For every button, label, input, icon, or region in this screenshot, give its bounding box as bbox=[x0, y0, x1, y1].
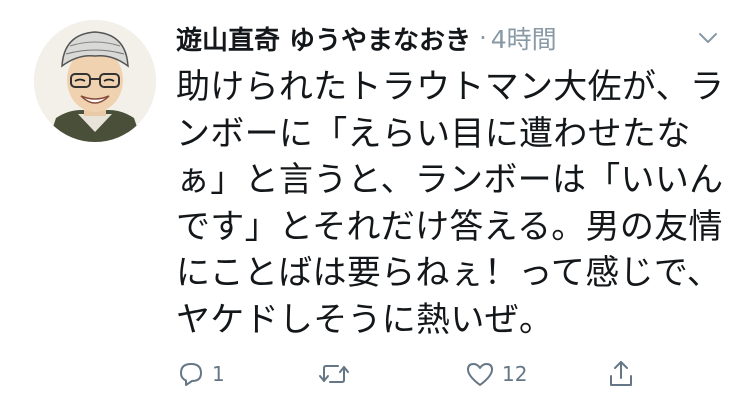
tweet-text-line: ヤケドしそうに熱いぜ。 bbox=[176, 299, 554, 340]
timestamp[interactable]: 4時間 bbox=[491, 20, 557, 56]
tweet-header: 遊山直奇 ゆうやまなおき · 4時間 bbox=[176, 16, 720, 60]
retweet-button[interactable] bbox=[316, 352, 358, 396]
tweet-text-line: ンボーに「えらい目に遭わせたな bbox=[176, 113, 691, 154]
like-button[interactable]: 12 bbox=[464, 352, 527, 396]
tweet-text: 助けられたトラウトマン大佐が、ラ ンボーに「えらい目に遭わせたな ぁ」と言うと、… bbox=[176, 64, 725, 343]
share-button[interactable] bbox=[606, 352, 636, 396]
header-separator: · bbox=[479, 24, 487, 52]
reply-icon bbox=[176, 359, 206, 389]
chevron-down-icon[interactable] bbox=[696, 26, 720, 50]
share-icon bbox=[606, 358, 636, 390]
reply-button[interactable]: 1 bbox=[176, 352, 225, 396]
tweet-actions: 1 12 bbox=[176, 352, 646, 396]
avatar[interactable] bbox=[34, 20, 156, 142]
tweet-text-line: ぁ」と言うと、ランボーは「いいん bbox=[176, 160, 724, 200]
reply-count: 1 bbox=[212, 362, 225, 386]
like-count: 12 bbox=[502, 362, 528, 386]
heart-icon bbox=[464, 359, 496, 389]
display-name[interactable]: 遊山直奇 ゆうやまなおき bbox=[176, 20, 471, 57]
tweet-text-line: にことばは要らねぇ！って感じで、 bbox=[176, 253, 722, 293]
tweet-text-line: 助けられたトラウトマン大佐が、ラ bbox=[176, 67, 725, 107]
retweet-icon bbox=[316, 359, 352, 389]
tweet-text-line: です」とそれだけ答える。男の友情 bbox=[176, 206, 723, 247]
